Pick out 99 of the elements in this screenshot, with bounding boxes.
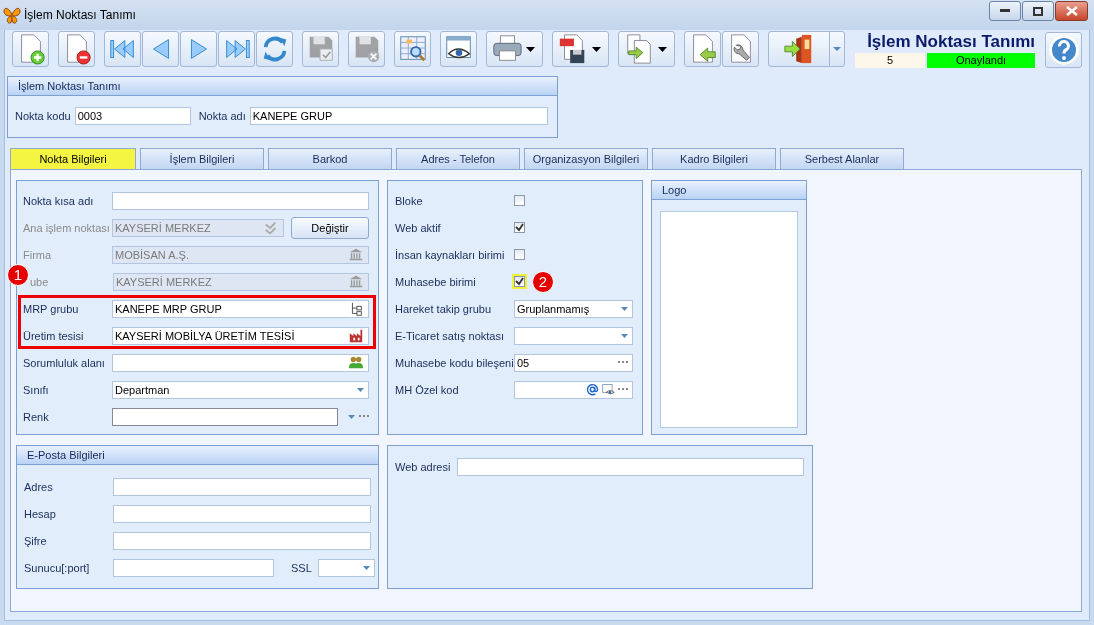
toolbar-button[interactable] bbox=[768, 31, 830, 67]
caret-icon bbox=[592, 46, 601, 52]
field-label: Adres bbox=[24, 480, 54, 493]
text-field[interactable]: 0003 bbox=[74, 107, 191, 125]
window-title: İşlem Noktası Tanımı bbox=[24, 8, 136, 22]
lookup-field[interactable]: KAYSERİ MOBİLYA ÜRETİM TESİSİ bbox=[112, 326, 369, 345]
field-label: SSL bbox=[291, 561, 312, 574]
window-eye-icon bbox=[602, 383, 615, 396]
lookup-field[interactable] bbox=[514, 380, 633, 399]
field-label: Hesap bbox=[24, 507, 57, 520]
status-label: Onaylandı bbox=[927, 53, 1035, 68]
text-field[interactable]: 05 bbox=[514, 353, 633, 372]
help-button[interactable] bbox=[1045, 32, 1082, 68]
checkbox[interactable] bbox=[514, 195, 525, 206]
check-icon bbox=[515, 223, 524, 232]
text-field[interactable] bbox=[113, 477, 371, 496]
text-field[interactable] bbox=[112, 191, 369, 210]
double-check-icon bbox=[263, 219, 279, 236]
field-label: Bloke bbox=[395, 194, 424, 207]
tab[interactable]: Adres - Telefon bbox=[396, 148, 520, 169]
minimize-button[interactable] bbox=[989, 1, 1021, 21]
maximize-icon bbox=[1033, 6, 1043, 16]
text-field[interactable] bbox=[457, 457, 805, 476]
toolbar-button[interactable] bbox=[394, 31, 431, 67]
field-label: Web aktif bbox=[395, 221, 442, 234]
field-label: Renk bbox=[23, 410, 50, 423]
field-label: ube bbox=[30, 275, 50, 288]
tab[interactable]: Kadro Bilgileri bbox=[652, 148, 776, 169]
minimize-icon bbox=[1000, 9, 1010, 13]
dropdown-button[interactable] bbox=[829, 31, 845, 67]
field-label: Üretim tesisi bbox=[23, 329, 85, 342]
help-icon bbox=[1047, 34, 1080, 66]
text-field[interactable] bbox=[113, 531, 371, 550]
caret-icon bbox=[621, 333, 628, 338]
ellipsis-icon bbox=[618, 388, 628, 391]
checkbox[interactable] bbox=[514, 249, 525, 260]
field-label: MH Özel kod bbox=[395, 383, 460, 396]
field-label: Nokta adı bbox=[198, 110, 246, 122]
lookup-field[interactable]: KANEPE MRP GRUP bbox=[112, 299, 369, 318]
field-label: Muhasebe kodu bileşeni bbox=[395, 356, 514, 369]
close-icon bbox=[1065, 6, 1078, 16]
field-label: Ana işlem noktası bbox=[23, 221, 111, 234]
record-number: 5 bbox=[855, 53, 925, 68]
field-label: Nokta kodu bbox=[15, 110, 71, 122]
field-label: Hareket takip grubu bbox=[395, 302, 492, 315]
lookup-field[interactable] bbox=[112, 353, 369, 372]
at-sign-icon bbox=[586, 383, 599, 396]
people-icon bbox=[348, 354, 364, 371]
dropdown-field[interactable] bbox=[317, 558, 375, 577]
butterfly-icon bbox=[3, 6, 21, 24]
annotation-badge: 1 bbox=[7, 263, 29, 286]
caret-icon bbox=[362, 565, 370, 570]
annotation-badge: 2 bbox=[532, 270, 554, 293]
dropdown-field[interactable] bbox=[514, 326, 633, 345]
field-label: MRP grubu bbox=[23, 302, 80, 315]
caret-icon bbox=[621, 306, 628, 311]
tab[interactable]: Barkod bbox=[268, 148, 392, 169]
bank-icon bbox=[348, 273, 364, 290]
field-label: Muhasebe birimi bbox=[395, 275, 477, 288]
tab[interactable]: Serbest Alanlar bbox=[780, 148, 904, 169]
ellipsis-icon bbox=[618, 361, 628, 364]
factory-icon bbox=[348, 327, 364, 344]
checkbox[interactable] bbox=[514, 222, 525, 233]
dropdown-field[interactable]: Gruplanmamış bbox=[514, 299, 633, 318]
field-label: Sınıfı bbox=[23, 383, 50, 396]
field-label: Şifre bbox=[24, 534, 48, 547]
tab[interactable]: İşlem Bilgileri bbox=[140, 148, 264, 169]
toolbar-button[interactable] bbox=[58, 31, 95, 67]
panel-header: E-Posta Bilgileri bbox=[17, 446, 378, 465]
panel-header: Logo bbox=[652, 181, 806, 200]
close-button[interactable] bbox=[1055, 1, 1088, 21]
caret-icon[interactable] bbox=[348, 414, 355, 419]
caret-icon bbox=[526, 46, 535, 52]
form-title: İşlem Noktası Tanımı bbox=[867, 32, 1035, 52]
bank-icon bbox=[348, 246, 364, 263]
toolbar-button[interactable] bbox=[440, 31, 477, 67]
field-label: Web adresi bbox=[395, 460, 451, 473]
maximize-button[interactable] bbox=[1022, 1, 1054, 21]
field-label: İnsan kaynakları birimi bbox=[395, 248, 506, 261]
text-field[interactable] bbox=[113, 504, 371, 523]
field-label: Sunucu[:port] bbox=[24, 561, 91, 574]
toolbar-button[interactable] bbox=[486, 31, 543, 67]
caret-icon bbox=[658, 46, 667, 52]
field-label: E-Ticaret satış noktası bbox=[395, 329, 506, 342]
logo-image-area[interactable] bbox=[660, 211, 798, 428]
tab[interactable]: Organizasyon Bilgileri bbox=[524, 148, 648, 169]
caret-icon bbox=[357, 387, 364, 392]
dropdown-field[interactable]: Departman bbox=[112, 380, 369, 399]
ellipsis-icon[interactable] bbox=[359, 415, 369, 418]
text-field[interactable]: KANEPE GRUP bbox=[249, 107, 548, 125]
field-label: Nokta kısa adı bbox=[23, 194, 95, 207]
text-field[interactable] bbox=[113, 558, 274, 577]
panel-header: İşlem Noktası Tanımı bbox=[8, 77, 557, 96]
color-field[interactable] bbox=[112, 407, 338, 426]
field-label: Sorumluluk alanı bbox=[23, 356, 106, 369]
field-label: Firma bbox=[23, 248, 53, 261]
tab[interactable]: Nokta Bilgileri bbox=[10, 148, 136, 169]
toolbar-button[interactable] bbox=[552, 31, 609, 67]
caret-icon bbox=[833, 47, 841, 51]
